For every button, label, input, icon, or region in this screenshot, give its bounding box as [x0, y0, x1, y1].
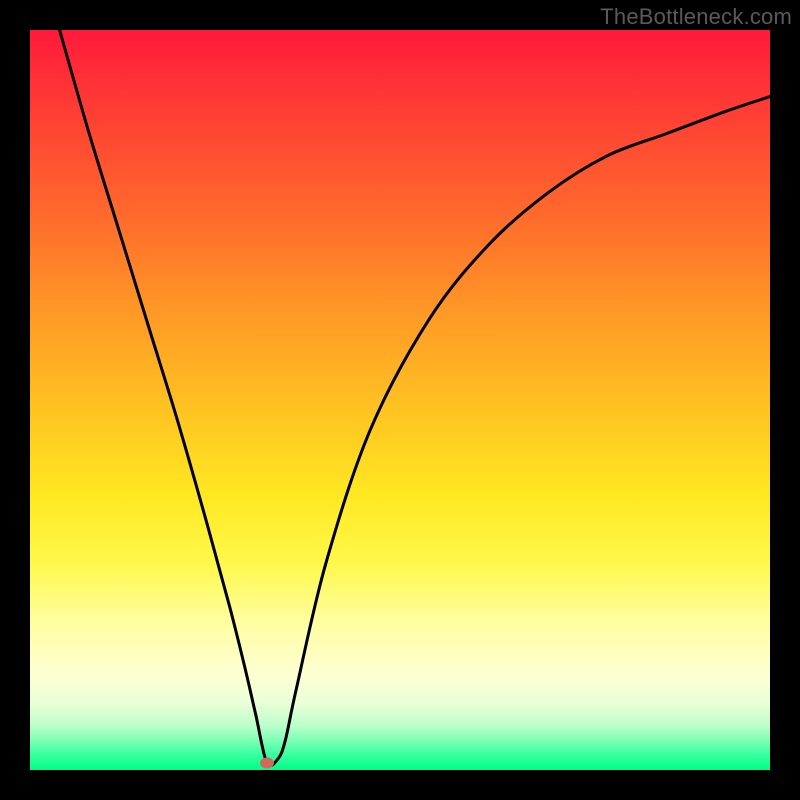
- min-point-marker: [260, 757, 274, 768]
- plot-area: [30, 30, 770, 770]
- bottleneck-curve: [30, 30, 770, 770]
- watermark-text: TheBottleneck.com: [600, 4, 792, 30]
- chart-frame: [30, 30, 770, 770]
